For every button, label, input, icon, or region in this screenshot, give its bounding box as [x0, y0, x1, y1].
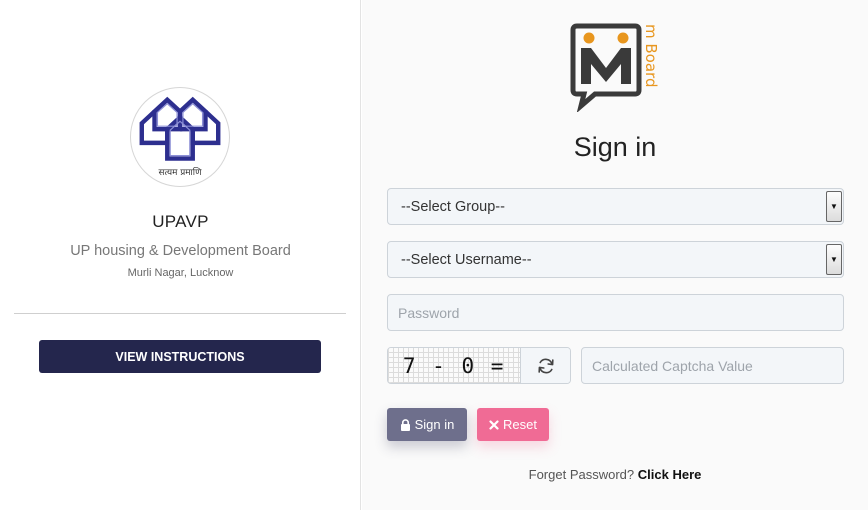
upavp-emblem-icon: सत्यम प्रमाणि	[139, 96, 221, 178]
captcha-value-input[interactable]	[581, 347, 844, 384]
mboard-logo: m Board	[570, 23, 660, 112]
signin-button[interactable]: Sign in	[387, 408, 467, 441]
password-input[interactable]	[387, 294, 844, 331]
organization-subtitle: UP housing & Development Board	[70, 243, 291, 259]
reset-button[interactable]: Reset	[477, 408, 549, 441]
username-select-value: --Select Username--	[401, 251, 532, 268]
captcha-text: 7 - 0 =	[402, 353, 506, 378]
signin-heading: Sign in	[573, 132, 657, 162]
forgot-password-link[interactable]: Click Here	[638, 467, 702, 482]
refresh-icon	[538, 358, 554, 373]
signin-button-label: Sign in	[414, 417, 455, 432]
signin-panel: m Board Sign in --Select Group-- ▼ --Sel…	[362, 0, 868, 510]
forgot-password: Forget Password? Click Here	[362, 467, 868, 482]
group-select-value: --Select Group--	[401, 198, 505, 215]
captcha-image: 7 - 0 =	[388, 348, 521, 383]
divider	[14, 313, 346, 314]
captcha-box: 7 - 0 =	[387, 347, 571, 384]
chevron-down-icon[interactable]: ▼	[826, 244, 842, 275]
svg-text:सत्यम प्रमाणि: सत्यम प्रमाणि	[159, 167, 203, 178]
lock-icon	[400, 418, 410, 431]
close-icon	[489, 419, 499, 430]
organization-logo: सत्यम प्रमाणि	[130, 87, 230, 187]
organization-panel: सत्यम प्रमाणि UPAVP UP housing & Develop…	[0, 0, 361, 510]
reset-button-label: Reset	[503, 417, 537, 432]
view-instructions-button[interactable]: VIEW INSTRUCTIONS	[39, 340, 321, 373]
forgot-password-text: Forget Password?	[528, 467, 635, 482]
group-select[interactable]: --Select Group-- ▼	[387, 188, 844, 225]
captcha-refresh-button[interactable]	[520, 348, 570, 383]
organization-location: Murli Nagar, Lucknow	[127, 267, 234, 279]
login-page: सत्यम प्रमाणि UPAVP UP housing & Develop…	[0, 0, 868, 510]
organization-name: UPAVP	[152, 212, 209, 231]
chevron-down-icon[interactable]: ▼	[826, 191, 842, 222]
svg-text:m Board: m Board	[642, 24, 660, 87]
username-select[interactable]: --Select Username-- ▼	[387, 241, 844, 278]
